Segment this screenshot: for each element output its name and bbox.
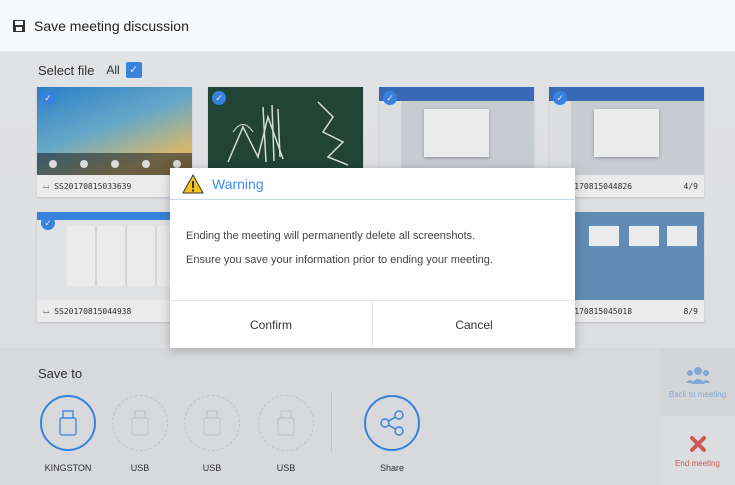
dialog-body: Ending the meeting will permanently dele… [170,200,575,300]
dialog-header: Warning [170,168,575,200]
dialog-actions: Confirm Cancel [170,300,575,348]
dialog-title: Warning [212,175,264,192]
warning-dialog: Warning Ending the meeting will permanen… [170,168,575,348]
save-icon [13,19,25,32]
app-window: Save meeting discussion Select file All … [0,0,735,485]
dialog-message-line2: Ensure you save your information prior t… [186,254,493,266]
warning-icon [182,173,204,193]
title-bar: Save meeting discussion [0,0,735,52]
confirm-button[interactable]: Confirm [170,301,372,348]
page-title: Save meeting discussion [34,17,189,34]
dialog-message-line1: Ending the meeting will permanently dele… [186,230,476,242]
cancel-button[interactable]: Cancel [372,301,575,348]
